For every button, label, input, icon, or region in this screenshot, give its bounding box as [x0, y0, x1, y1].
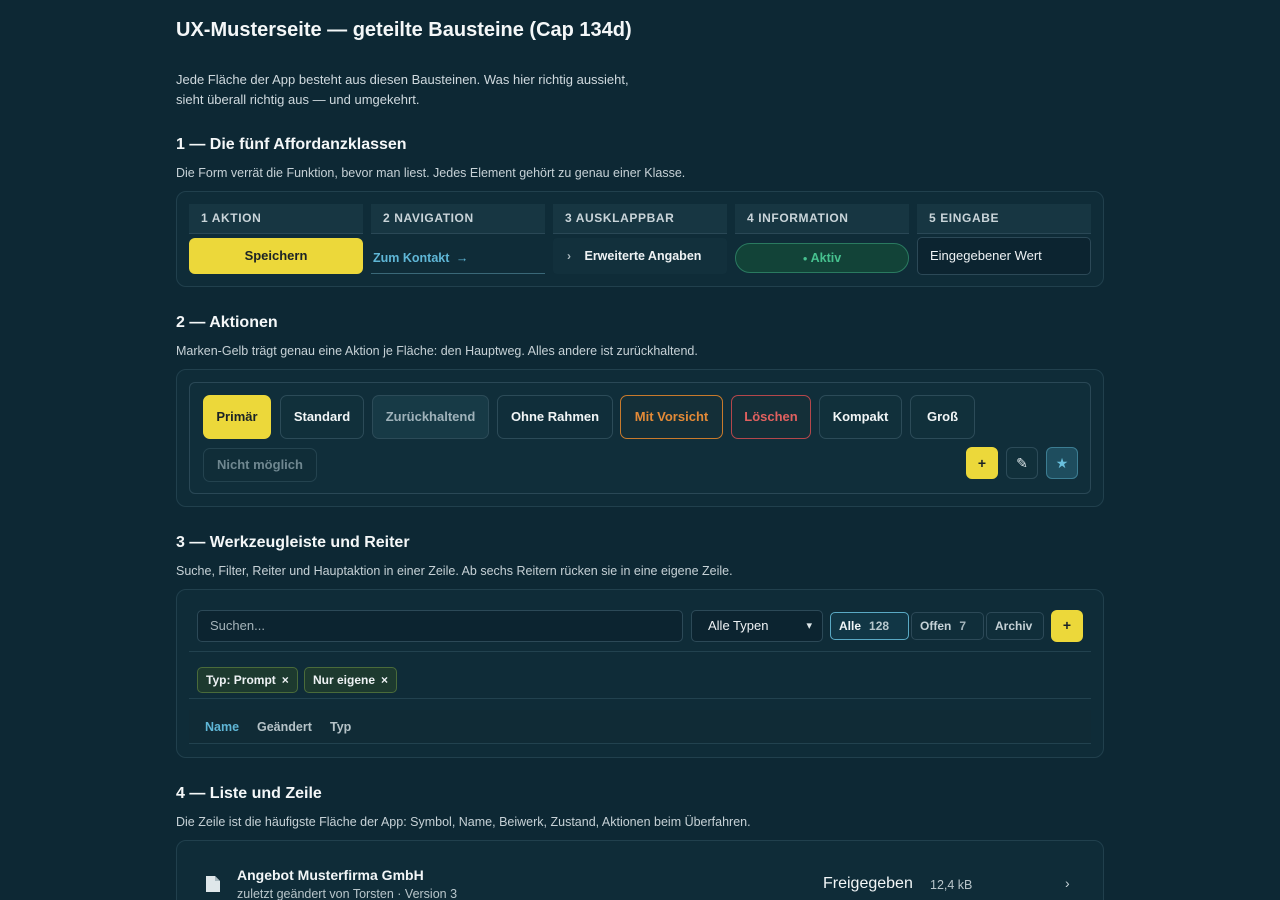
standard-button[interactable]: Standard — [280, 395, 364, 439]
filter-chip-type[interactable]: Typ: Prompt × — [197, 667, 298, 693]
subtle-button[interactable]: Zurückhaltend — [372, 395, 489, 439]
status-dot-icon: ● — [802, 254, 808, 263]
delete-button[interactable]: Löschen — [731, 395, 811, 439]
tab-count: 7 — [959, 619, 967, 633]
affordance-expandable-col: 3 AUSKLAPPBAR › Erweiterte Angaben — [553, 204, 727, 274]
arrow-right-icon: → — [455, 251, 469, 265]
affordance-head: 1 AKTION — [189, 204, 363, 234]
list-item-subtitle: zuletzt geändert von Torsten · Version 3 — [237, 887, 458, 900]
affordance-head: 4 INFORMATION — [735, 204, 909, 234]
sample-input-field[interactable]: Eingegebener Wert — [917, 237, 1091, 275]
affordance-head: 2 NAVIGATION — [371, 204, 545, 234]
chip-label: Nur eigene — [313, 673, 376, 687]
advanced-details-toggle[interactable]: › Erweiterte Angaben — [553, 238, 727, 274]
tab-open[interactable]: Offen 7 — [911, 612, 984, 640]
section-2-desc: Marken-Gelb trägt genau eine Aktion je F… — [176, 344, 698, 358]
status-label: Freigegeben — [823, 875, 913, 892]
affordance-head: 3 AUSKLAPPBAR — [553, 204, 727, 234]
section-4-heading: 4 — Liste und Zeile — [176, 785, 322, 802]
list-panel: Angebot Musterfirma GmbH zuletzt geänder… — [176, 840, 1104, 900]
primary-button[interactable]: Primär — [203, 395, 271, 439]
divider — [189, 651, 1091, 652]
file-size: 12,4 kB — [930, 878, 973, 892]
add-icon[interactable]: + — [1051, 610, 1083, 642]
chevron-down-icon: ▾ — [806, 620, 812, 632]
caution-button[interactable]: Mit Vorsicht — [620, 395, 723, 439]
affordance-head: 5 EINGABE — [917, 204, 1091, 234]
status-badge-label: Aktiv — [810, 251, 842, 265]
list-item-title[interactable]: Angebot Musterfirma GmbH — [237, 867, 424, 883]
section-2-heading: 2 — Aktionen — [176, 314, 278, 331]
section-4-desc: Die Zeile ist die häufigste Fläche der A… — [176, 815, 751, 829]
affordance-action-col: 1 AKTION Speichern — [189, 204, 363, 274]
close-icon[interactable]: × — [381, 673, 388, 687]
borderless-button[interactable]: Ohne Rahmen — [497, 395, 613, 439]
status-badge: ● Aktiv — [735, 243, 909, 273]
chip-label: Typ: Prompt — [206, 673, 276, 687]
section-3-heading: 3 — Werkzeugleiste und Reiter — [176, 534, 410, 551]
tab-label: Offen — [920, 619, 952, 633]
contact-link[interactable]: Zum Kontakt → — [371, 238, 545, 274]
contact-link-label: Zum Kontakt — [373, 251, 450, 265]
column-header-changed[interactable]: Geändert — [257, 710, 312, 744]
save-button[interactable]: Speichern — [189, 238, 363, 274]
section-1-heading: 1 — Die fünf Affordanzklassen — [176, 136, 407, 153]
intro-line-1: Jede Fläche der App besteht aus diesen B… — [176, 72, 629, 87]
affordance-input-col: 5 EINGABE Eingegebener Wert — [917, 204, 1091, 275]
tab-label: Alle — [839, 619, 862, 633]
advanced-details-label: Erweiterte Angaben — [584, 249, 702, 263]
page-title: UX-Musterseite — geteilte Bausteine (Cap… — [176, 19, 632, 41]
tab-archive[interactable]: Archiv — [986, 612, 1044, 640]
document-icon — [205, 875, 221, 898]
compact-button[interactable]: Kompakt — [819, 395, 902, 439]
tab-count: 128 — [869, 619, 890, 633]
affordance-navigation-col: 2 NAVIGATION Zum Kontakt → — [371, 204, 545, 274]
chevron-right-icon: › — [567, 249, 571, 263]
disabled-button: Nicht möglich — [203, 448, 317, 482]
chevron-right-icon[interactable]: › — [1065, 875, 1070, 891]
section-1-desc: Die Form verrät die Funktion, bevor man … — [176, 166, 686, 180]
affordance-information-col: 4 INFORMATION ● Aktiv — [735, 204, 909, 273]
add-icon[interactable]: + — [966, 447, 998, 479]
star-icon[interactable]: ★ — [1046, 447, 1078, 479]
intro-text: Jede Fläche der App besteht aus diesen B… — [176, 70, 696, 110]
column-header-name[interactable]: Name — [205, 710, 239, 744]
table-header: Name Geändert Typ — [189, 710, 1091, 744]
tab-all[interactable]: Alle 128 — [830, 612, 909, 640]
toolbar-panel: Suchen... Alle Typen ▾ Alle 128 Offen 7 Ar… — [176, 589, 1104, 758]
filter-chip-own[interactable]: Nur eigene × — [304, 667, 398, 693]
search-input[interactable]: Suchen... — [197, 610, 683, 642]
edit-icon[interactable]: ✎ — [1006, 447, 1038, 479]
close-icon[interactable]: × — [282, 673, 289, 687]
type-select[interactable]: Alle Typen ▾ — [691, 610, 823, 642]
divider — [189, 698, 1091, 699]
type-select-value: Alle Typen — [708, 618, 769, 633]
column-header-type[interactable]: Typ — [330, 710, 351, 744]
section-3-desc: Suche, Filter, Reiter und Hauptaktion in… — [176, 564, 733, 578]
large-button[interactable]: Groß — [910, 395, 975, 439]
tab-label: Archiv — [995, 619, 1033, 633]
affordance-panel: 1 AKTION Speichern 2 NAVIGATION Zum Kont… — [176, 191, 1104, 287]
actions-inner: Primär Standard Zurückhaltend Ohne Rahme… — [189, 382, 1091, 494]
intro-line-2: sieht überall richtig aus — und umgekehr… — [176, 92, 420, 107]
actions-panel: Primär Standard Zurückhaltend Ohne Rahme… — [176, 369, 1104, 507]
